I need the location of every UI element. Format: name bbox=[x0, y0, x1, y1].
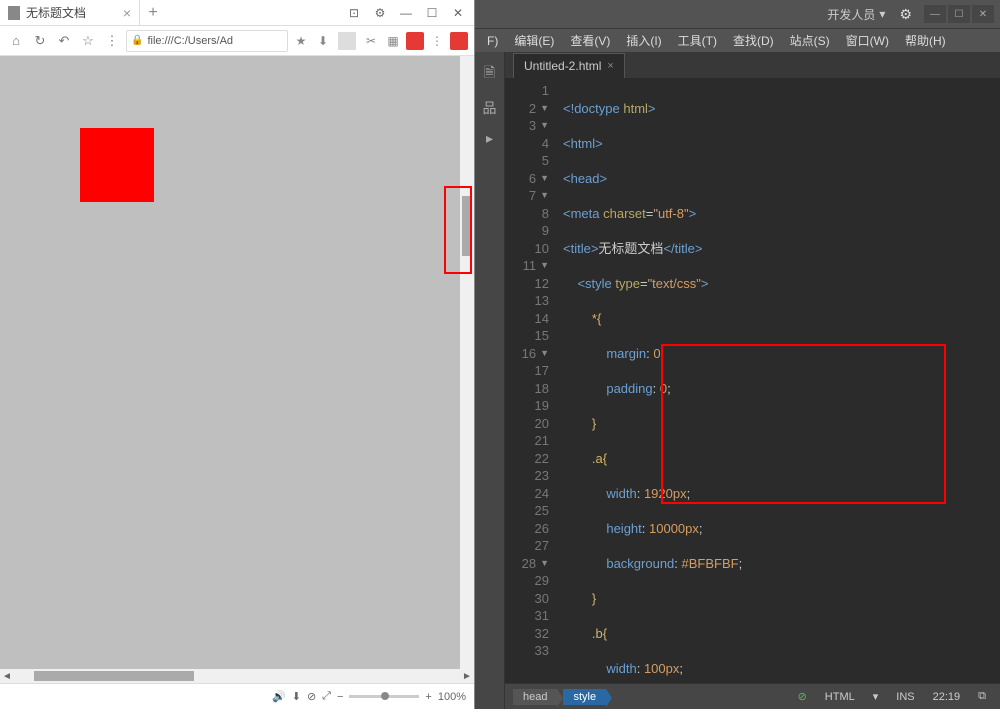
browser-statusbar: 🔊 ⬇ ⊘ ⤢ − + 100% bbox=[0, 683, 474, 709]
horizontal-scroll-thumb[interactable] bbox=[34, 671, 194, 681]
menu-tool[interactable]: 工具(T) bbox=[670, 29, 725, 52]
zoom-handle[interactable] bbox=[381, 692, 389, 700]
status-lang[interactable]: HTML bbox=[819, 691, 861, 703]
vertical-scrollbar[interactable] bbox=[460, 56, 474, 669]
close-icon[interactable]: ✕ bbox=[972, 5, 994, 23]
menu-window[interactable]: 窗口(W) bbox=[838, 29, 897, 52]
horizontal-scrollbar[interactable]: ◄ ► bbox=[0, 669, 474, 683]
download-icon[interactable]: ⬇ bbox=[314, 32, 332, 50]
scroll-track[interactable] bbox=[14, 671, 460, 681]
expand-icon[interactable]: ⤢ bbox=[322, 690, 331, 703]
zoom-in-icon[interactable]: + bbox=[425, 691, 431, 703]
favorite-button[interactable]: ☆ bbox=[78, 31, 98, 51]
editor-body: 🗎 品 ▸ Untitled-2.html × 12 ▼3 ▼456 ▼7 ▼8… bbox=[475, 52, 1000, 709]
close-icon[interactable]: ✕ bbox=[450, 5, 466, 21]
editor-tab[interactable]: Untitled-2.html × bbox=[513, 53, 625, 78]
lock-icon: 🔒 bbox=[131, 35, 143, 46]
menu-file-partial[interactable]: F) bbox=[479, 31, 506, 51]
download2-icon[interactable]: ⬇ bbox=[292, 690, 301, 703]
qr-icon[interactable]: ▦ bbox=[384, 32, 402, 50]
menu-insert[interactable]: 插入(I) bbox=[618, 29, 669, 52]
minimize-icon[interactable]: — bbox=[398, 5, 414, 21]
gear-icon[interactable]: ⚙ bbox=[899, 6, 912, 23]
address-bar[interactable]: 🔒 file:///C:/Users/Ad bbox=[126, 30, 288, 52]
pip-icon[interactable]: ⊡ bbox=[346, 5, 362, 21]
breadcrumb-style[interactable]: style bbox=[563, 689, 606, 705]
zoom-slider[interactable] bbox=[349, 695, 419, 698]
zoom-value: 100% bbox=[438, 691, 466, 703]
more-button[interactable]: ⋮ bbox=[102, 31, 122, 51]
settings-icon[interactable]: ⚙ bbox=[372, 5, 388, 21]
check-icon[interactable]: ⊘ bbox=[792, 690, 813, 703]
menu-icon[interactable]: ⋮ bbox=[428, 32, 446, 50]
extension-icon[interactable] bbox=[406, 32, 424, 50]
structure-icon[interactable]: 品 bbox=[483, 98, 497, 118]
document-icon bbox=[8, 6, 20, 20]
tab-label: Untitled-2.html bbox=[524, 59, 601, 73]
tab-title: 无标题文档 bbox=[26, 4, 86, 21]
star-icon[interactable]: ★ bbox=[292, 32, 310, 50]
tab-close-icon[interactable]: × bbox=[123, 5, 131, 21]
menu-find[interactable]: 查找(D) bbox=[725, 29, 782, 52]
scroll-right-icon[interactable]: ► bbox=[460, 671, 474, 682]
new-tab-button[interactable]: + bbox=[140, 4, 166, 22]
breadcrumb-head[interactable]: head bbox=[513, 689, 557, 705]
speaker-icon[interactable]: 🔊 bbox=[272, 690, 286, 703]
developer-dropdown[interactable]: 开发人员 ▾ bbox=[821, 4, 891, 25]
menu-view[interactable]: 查看(V) bbox=[562, 29, 618, 52]
editor-sidebar: 🗎 品 ▸ bbox=[475, 52, 505, 709]
browser-viewport bbox=[0, 56, 474, 669]
browser-tabbar: 无标题文档 × + ⊡ ⚙ — ☐ ✕ bbox=[0, 0, 474, 26]
browser-tab[interactable]: 无标题文档 × bbox=[0, 0, 140, 26]
editor-window-controls: — ☐ ✕ bbox=[924, 5, 994, 23]
menu-edit[interactable]: 编辑(E) bbox=[506, 29, 562, 52]
files-icon[interactable]: 🗎 bbox=[484, 62, 495, 86]
url-text: file:///C:/Users/Ad bbox=[147, 35, 233, 47]
home-button[interactable]: ⌂ bbox=[6, 31, 26, 51]
line-gutter: 12 ▼3 ▼456 ▼7 ▼891011 ▼1213141516 ▼17181… bbox=[505, 78, 555, 683]
menu-site[interactable]: 站点(S) bbox=[782, 29, 838, 52]
browser-window-controls: ⊡ ⚙ — ☐ ✕ bbox=[346, 5, 474, 21]
separator bbox=[338, 32, 356, 50]
chevron-down-icon[interactable]: ▾ bbox=[867, 690, 885, 703]
maximize-icon[interactable]: ☐ bbox=[424, 5, 440, 21]
editor-menubar: F) 编辑(E) 查看(V) 插入(I) 工具(T) 查找(D) 站点(S) 窗… bbox=[475, 28, 1000, 52]
red-fixed-box bbox=[80, 128, 154, 202]
editor-tabs: Untitled-2.html × bbox=[505, 52, 1000, 78]
shield-icon[interactable]: ⊘ bbox=[307, 690, 316, 703]
code-editor[interactable]: 12 ▼3 ▼456 ▼7 ▼891011 ▼1213141516 ▼17181… bbox=[505, 78, 1000, 683]
editor-main: Untitled-2.html × 12 ▼3 ▼456 ▼7 ▼891011 … bbox=[505, 52, 1000, 709]
editor-statusbar: head style ⊘ HTML ▾ INS 22:19 ⧉ bbox=[505, 683, 1000, 709]
back-button[interactable]: ↶ bbox=[54, 31, 74, 51]
browser-toolbar: ⌂ ↻ ↶ ☆ ⋮ 🔒 file:///C:/Users/Ad ★ ⬇ ✂ ▦ … bbox=[0, 26, 474, 56]
preview-icon[interactable]: ⧉ bbox=[972, 690, 992, 703]
menu-help[interactable]: 帮助(H) bbox=[897, 29, 954, 52]
status-ins[interactable]: INS bbox=[890, 691, 920, 703]
chevron-down-icon: ▾ bbox=[879, 7, 885, 21]
zoom-out-icon[interactable]: − bbox=[337, 691, 343, 703]
editor-titlebar: 开发人员 ▾ ⚙ — ☐ ✕ bbox=[475, 0, 1000, 28]
collapse-icon[interactable]: ▸ bbox=[486, 130, 493, 147]
browser-pane: 无标题文档 × + ⊡ ⚙ — ☐ ✕ ⌂ ↻ ↶ ☆ ⋮ 🔒 file:///… bbox=[0, 0, 475, 709]
status-pos: 22:19 bbox=[927, 691, 967, 703]
vertical-scroll-thumb[interactable] bbox=[462, 196, 472, 256]
scroll-left-icon[interactable]: ◄ bbox=[0, 671, 14, 682]
toolbar-right: ★ ⬇ ✂ ▦ ⋮ bbox=[292, 32, 468, 50]
minimize-icon[interactable]: — bbox=[924, 5, 946, 23]
avatar-icon[interactable] bbox=[450, 32, 468, 50]
scissors-icon[interactable]: ✂ bbox=[362, 32, 380, 50]
tab-close-icon[interactable]: × bbox=[607, 60, 613, 72]
reload-button[interactable]: ↻ bbox=[30, 31, 50, 51]
maximize-icon[interactable]: ☐ bbox=[948, 5, 970, 23]
code-content[interactable]: <!doctype html> <html> <head> <meta char… bbox=[555, 78, 1000, 683]
editor-pane: 开发人员 ▾ ⚙ — ☐ ✕ F) 编辑(E) 查看(V) 插入(I) 工具(T… bbox=[475, 0, 1000, 709]
